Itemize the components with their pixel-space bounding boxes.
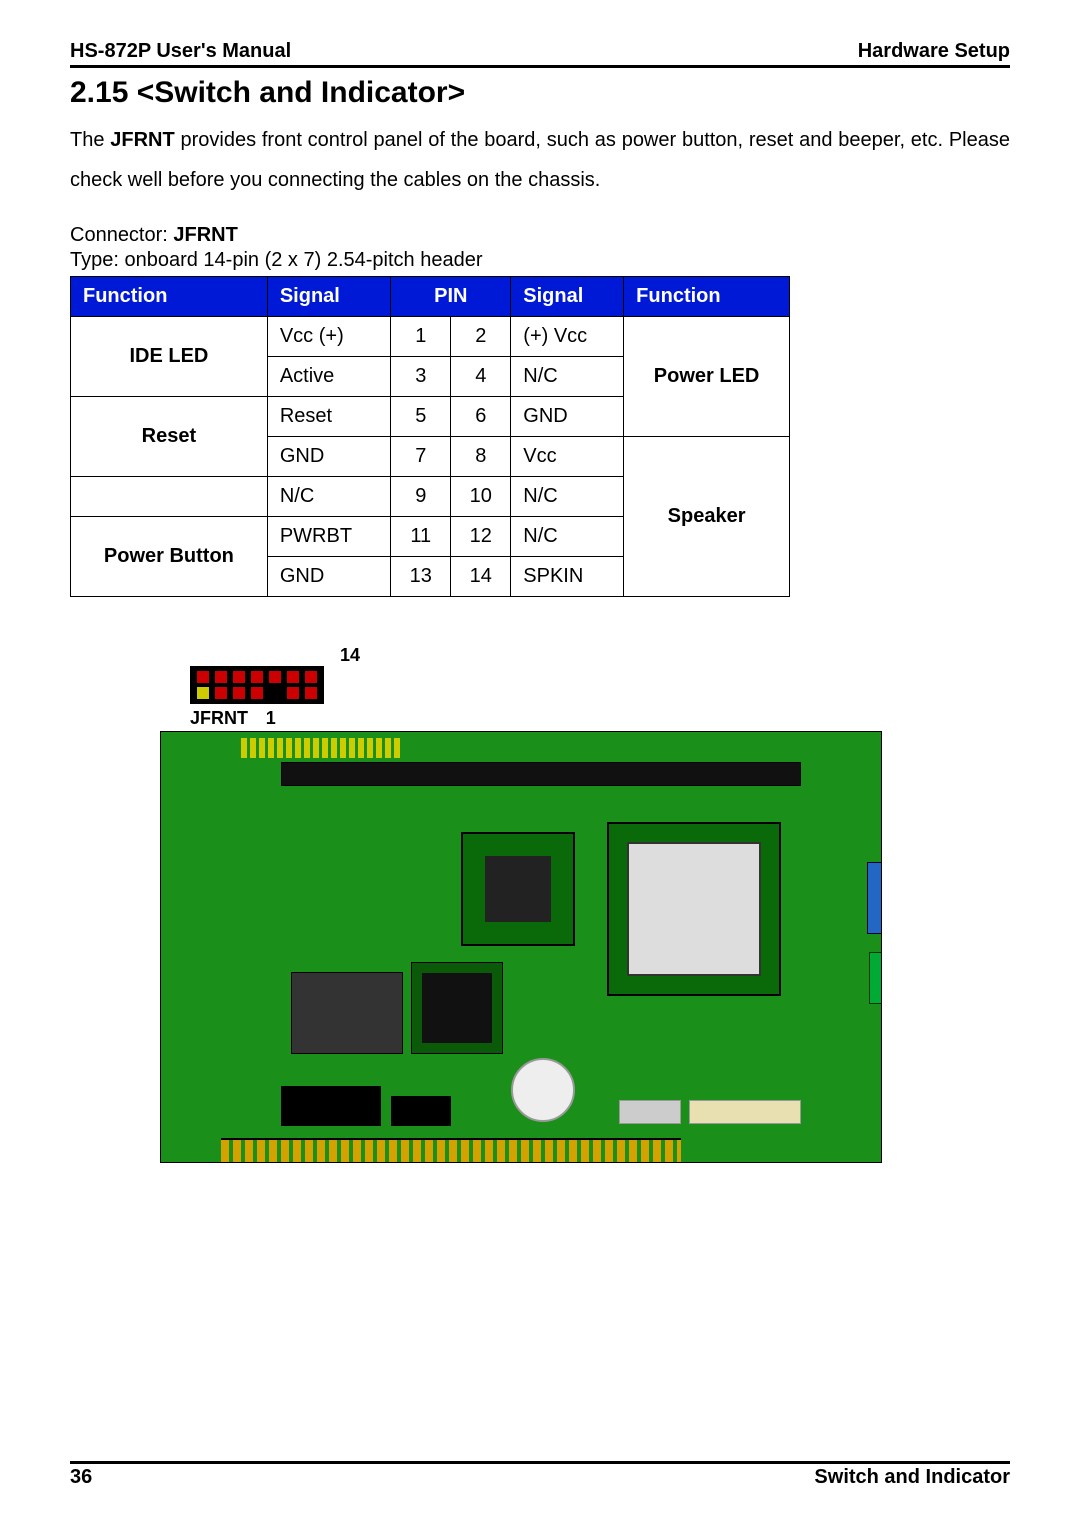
header-left: HS-872P User's Manual	[70, 40, 291, 63]
jfrnt-callout: 14 JFRNT 1	[190, 645, 1010, 729]
col-pin: PIN	[391, 277, 511, 317]
cell-sig: GND	[267, 557, 390, 597]
connector-name: JFRNT	[173, 224, 237, 246]
col-signal-r: Signal	[511, 277, 624, 317]
connector-type: Type: onboard 14-pin (2 x 7) 2.54-pitch …	[70, 249, 1010, 272]
cell-func: Speaker	[624, 437, 790, 597]
cell-pin: 2	[451, 317, 511, 357]
small-connector-icon	[619, 1100, 681, 1124]
jfrnt-header-icon	[190, 666, 324, 704]
section-body: The JFRNT provides front control panel o…	[70, 120, 1010, 200]
cell-sig: N/C	[267, 477, 390, 517]
cell-sig: Reset	[267, 397, 390, 437]
ide-connector-icon	[241, 738, 401, 758]
cell-sig: N/C	[511, 517, 624, 557]
col-function-l: Function	[71, 277, 268, 317]
cell-sig: N/C	[511, 477, 624, 517]
small-connector-icon	[689, 1100, 801, 1124]
cell-pin: 5	[391, 397, 451, 437]
page-footer: 36 Switch and Indicator	[70, 1461, 1010, 1489]
cell-pin: 3	[391, 357, 451, 397]
southbridge-chip-icon	[411, 962, 503, 1054]
body-suffix: provides front control panel of the boar…	[70, 129, 1010, 191]
cell-pin: 1	[391, 317, 451, 357]
cell-sig: SPKIN	[511, 557, 624, 597]
cell-func: Power Button	[71, 517, 268, 597]
cell-sig: (+) Vcc	[511, 317, 624, 357]
pin-14-label: 14	[340, 645, 1010, 666]
cell-pin: 14	[451, 557, 511, 597]
cpu-socket-icon	[607, 822, 781, 996]
cell-pin: 10	[451, 477, 511, 517]
cell-pin: 11	[391, 517, 451, 557]
cell-sig: PWRBT	[267, 517, 390, 557]
edge-connector-icon	[221, 1138, 681, 1162]
header-connector-icon	[391, 1096, 451, 1126]
connector-label: Connector:	[70, 224, 173, 246]
cell-pin: 13	[391, 557, 451, 597]
col-signal-l: Signal	[267, 277, 390, 317]
cell-pin: 12	[451, 517, 511, 557]
cell-func: Reset	[71, 397, 268, 477]
connector-info: Connector: JFRNT Type: onboard 14-pin (2…	[70, 224, 1010, 272]
cell-sig: Vcc (+)	[267, 317, 390, 357]
cell-pin: 9	[391, 477, 451, 517]
cmos-battery-icon	[511, 1058, 575, 1122]
io-port-icon	[869, 952, 881, 1004]
cell-pin: 7	[391, 437, 451, 477]
footer-title: Switch and Indicator	[814, 1466, 1010, 1489]
col-function-r: Function	[624, 277, 790, 317]
cell-pin: 8	[451, 437, 511, 477]
body-bold: JFRNT	[110, 129, 174, 151]
jfrnt-name-label: JFRNT	[190, 708, 248, 728]
page-number: 36	[70, 1466, 92, 1489]
page-header: HS-872P User's Manual Hardware Setup	[70, 40, 1010, 68]
cell-func	[71, 477, 268, 517]
board-diagram	[160, 731, 882, 1163]
cell-sig: Active	[267, 357, 390, 397]
cell-sig: Vcc	[511, 437, 624, 477]
section-title: 2.15 <Switch and Indicator>	[70, 76, 1010, 110]
northbridge-chip-icon	[461, 832, 575, 946]
cell-func: IDE LED	[71, 317, 268, 397]
expansion-slot-icon	[281, 762, 801, 786]
cell-pin: 6	[451, 397, 511, 437]
pin-table: Function Signal PIN Signal Function IDE …	[70, 276, 790, 597]
body-prefix: The	[70, 129, 110, 151]
cell-pin: 4	[451, 357, 511, 397]
table-row: IDE LED Vcc (+) 1 2 (+) Vcc Power LED	[71, 317, 790, 357]
vga-port-icon	[867, 862, 881, 934]
cell-sig: GND	[267, 437, 390, 477]
dimm-slot-icon	[291, 972, 403, 1054]
header-connector-icon	[281, 1086, 381, 1126]
cell-sig: GND	[511, 397, 624, 437]
pin-1-label: 1	[266, 708, 276, 728]
cell-sig: N/C	[511, 357, 624, 397]
cell-func: Power LED	[624, 317, 790, 437]
header-right: Hardware Setup	[858, 40, 1010, 63]
